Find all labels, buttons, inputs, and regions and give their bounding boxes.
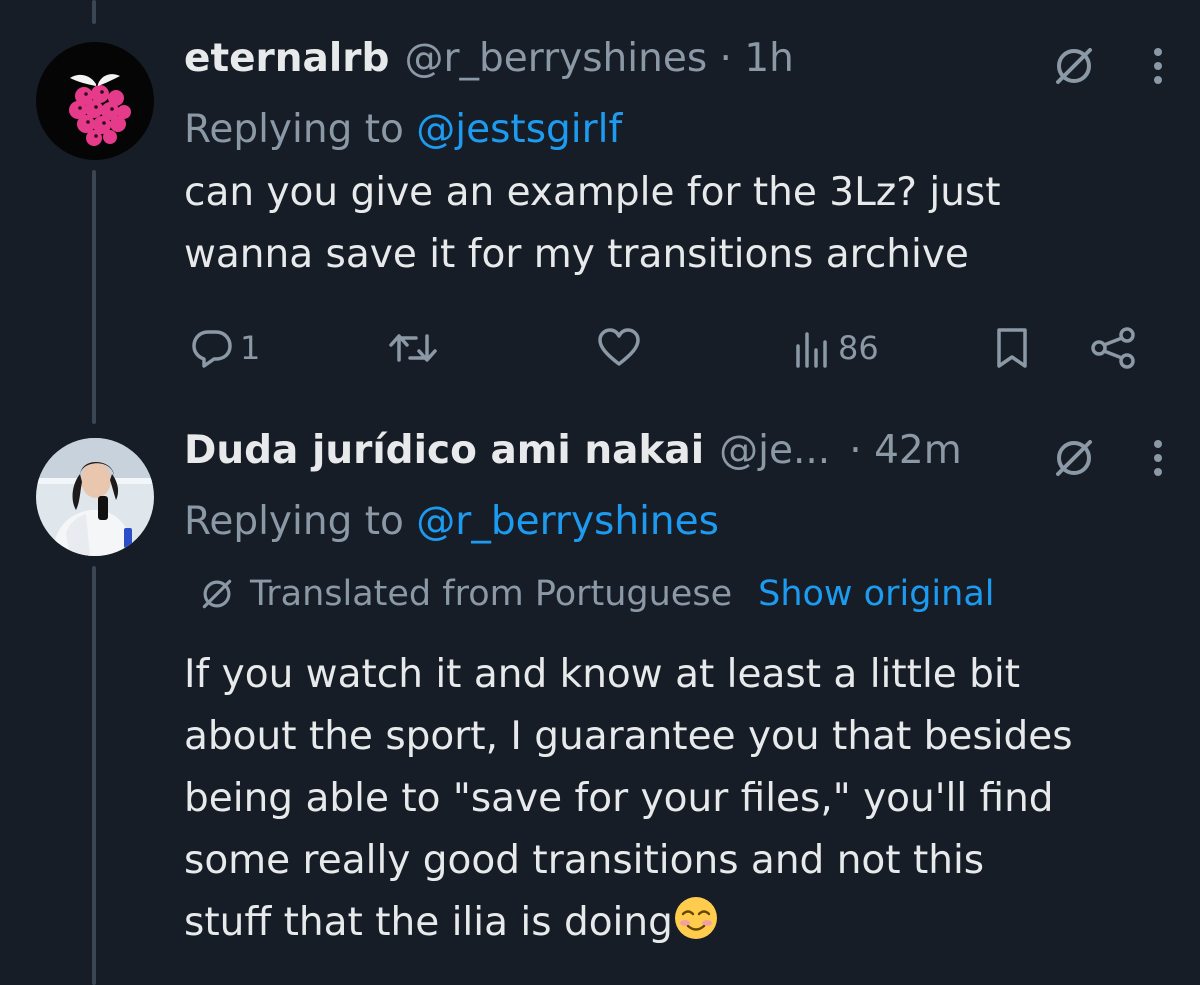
- smiling-face-with-blush-emoji: [674, 897, 717, 939]
- raspberry-avatar: [36, 42, 154, 160]
- replying-label: Replying to: [184, 107, 417, 152]
- tweet-text-line: some really good transitions and not thi…: [184, 838, 985, 883]
- views-icon: [796, 332, 827, 368]
- tweet-text: If you watch it and know at least a litt…: [184, 644, 1170, 954]
- more-icon[interactable]: [1146, 42, 1170, 90]
- display-name[interactable]: Duda jurídico ami nakai: [184, 428, 704, 473]
- reply-button[interactable]: 1: [190, 326, 260, 370]
- replying-to-mention[interactable]: @r_berryshines: [416, 499, 719, 544]
- bookmark-icon: [997, 328, 1027, 368]
- tweet-text-line: can you give an example for the 3Lz? jus…: [184, 170, 1001, 215]
- bookmark-button[interactable]: [992, 326, 1032, 370]
- replying-to-mention[interactable]: @jestsgirlf: [416, 107, 622, 152]
- reply-icon: [192, 330, 232, 368]
- tweet-header: eternalrb @r_berryshines · 1h: [184, 36, 1170, 98]
- share-button[interactable]: [1088, 326, 1138, 370]
- tweet-actions: 1 86: [184, 320, 1144, 384]
- tweet-1[interactable]: eternalrb @r_berryshines · 1h Replying t…: [184, 36, 1170, 286]
- profile-photo: [36, 438, 154, 556]
- tweet-text-line: wanna save it for my transitions archive: [184, 232, 969, 277]
- view-count: 86: [838, 329, 879, 367]
- header-actions: [1050, 42, 1170, 90]
- like-button[interactable]: [596, 326, 642, 370]
- tweet-text-line: about the sport, I guarantee you that be…: [184, 714, 1073, 759]
- header-actions: [1050, 434, 1170, 482]
- more-icon[interactable]: [1146, 434, 1170, 482]
- reply-count: 1: [240, 329, 261, 367]
- timestamp[interactable]: · 42m: [849, 428, 961, 473]
- grok-icon[interactable]: [1050, 42, 1098, 90]
- translate-icon: [202, 579, 232, 609]
- translated-label: Translated from Portuguese: [250, 574, 733, 614]
- tweet-header: Duda jurídico ami nakai @je... · 42m: [184, 428, 1170, 490]
- tweet-text-line: If you watch it and know at least a litt…: [184, 652, 1021, 697]
- replying-label: Replying to: [184, 499, 417, 544]
- share-icon: [1091, 327, 1135, 369]
- views-button[interactable]: 86: [790, 326, 879, 370]
- show-original-link[interactable]: Show original: [758, 562, 994, 626]
- thread-line-middle: [92, 170, 96, 424]
- display-name[interactable]: eternalrb: [184, 36, 389, 81]
- retweet-button[interactable]: [386, 326, 440, 370]
- tweet-text-line: stuff that the ilia is doing: [184, 900, 673, 945]
- handle[interactable]: @r_berryshines: [404, 36, 707, 81]
- retweet-icon: [389, 334, 437, 362]
- translation-bar: Translated from Portuguese Show original: [198, 562, 1170, 626]
- tweet-2[interactable]: Duda jurídico ami nakai @je... · 42m Rep…: [184, 428, 1170, 954]
- tweet-text-line-last: stuff that the ilia is doing: [184, 892, 1170, 954]
- tweet-text: can you give an example for the 3Lz? jus…: [184, 162, 1170, 286]
- timestamp[interactable]: · 1h: [707, 36, 794, 81]
- replying-to: Replying to @jestsgirlf: [184, 98, 1170, 162]
- replying-to: Replying to @r_berryshines: [184, 490, 1170, 554]
- avatar-duda[interactable]: [36, 438, 154, 556]
- avatar-eternalrb[interactable]: [36, 42, 154, 160]
- like-icon: [598, 328, 640, 366]
- handle[interactable]: @je...: [719, 428, 830, 473]
- tweet-text-line: being able to "save for your files," you…: [184, 776, 1054, 821]
- thread-line-top: [92, 0, 96, 24]
- thread-line-bottom: [92, 566, 96, 985]
- grok-icon[interactable]: [1050, 434, 1098, 482]
